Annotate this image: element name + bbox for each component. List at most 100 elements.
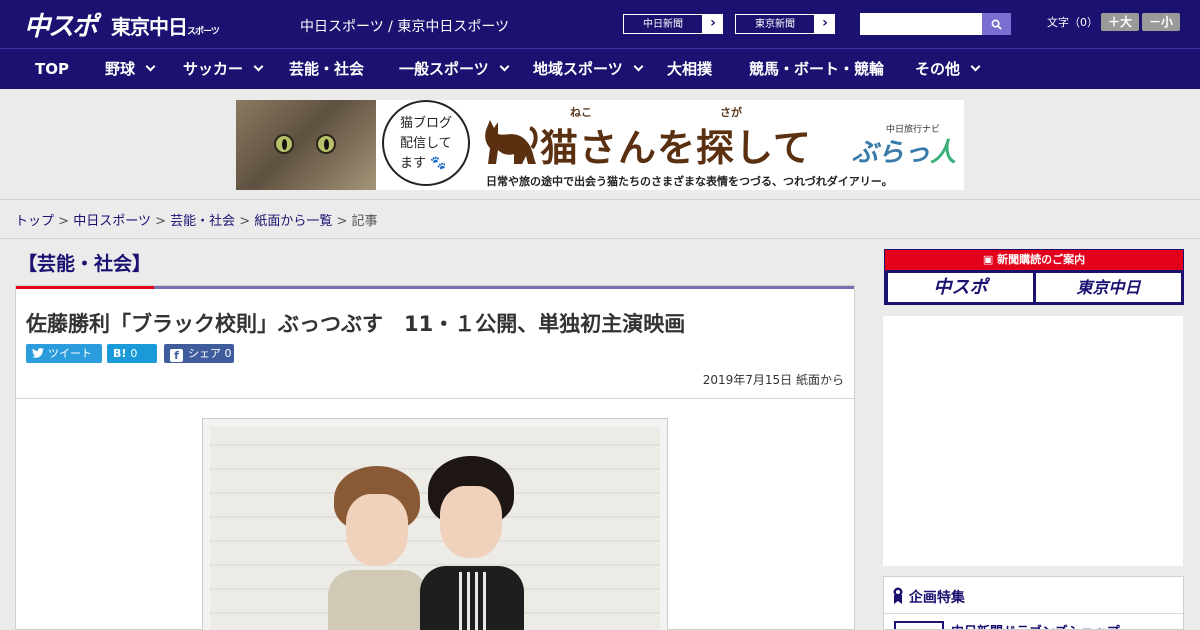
category-heading: 【芸能・社会】 (18, 253, 152, 275)
feature-title: 企画特集 (908, 590, 965, 606)
breadcrumb: トップ > 中日スポーツ > 芸能・社会 > 紙面から一覧 > 記事 (15, 210, 378, 229)
nav-item-baseball[interactable]: 野球 (105, 49, 156, 89)
breadcrumb-entertainment[interactable]: 芸能・社会 (170, 214, 235, 229)
paper-link-label: 中日新聞 (623, 14, 703, 34)
article-divider (16, 398, 854, 399)
tweet-label: ツイート (48, 347, 92, 360)
tokyo-logo-small: スポーツ (187, 27, 220, 37)
article-date: 2019年7月15日 紙面から (702, 373, 844, 387)
face (346, 494, 408, 566)
breadcrumb-separator: > (155, 214, 166, 229)
cat-eye (316, 134, 336, 154)
chuspo-logo[interactable]: 中スポ (24, 6, 98, 43)
subscription-box: ▣ 新聞購読のご案内 中スポ 東京中日 (884, 249, 1184, 305)
nav-label: 大相撲 (667, 60, 713, 78)
tokyo-logo-text: 東京中日 (111, 15, 188, 39)
search-input[interactable] (860, 13, 982, 35)
facebook-share-label: シェア (188, 347, 221, 360)
feature-item-link[interactable]: 中日新聞ドラゴンズショップ (951, 621, 1120, 629)
newspaper-icon: ▣ (982, 253, 994, 266)
main-nav: TOP 野球 サッカー 芸能・社会 一般スポーツ 地域スポーツ 大相撲 競馬・ボ… (0, 48, 1200, 89)
chevron-down-icon (633, 61, 644, 72)
article-photo-frame (202, 418, 668, 630)
banner-brand: ぶらっ人 (852, 132, 956, 169)
site-header: 中スポ 東京中日スポーツ 中日スポーツ / 東京中日スポーツ 中日新聞 › 東京… (0, 0, 1200, 48)
feature-box: 企画特集 中日新聞ドラゴンズショップ (883, 576, 1184, 630)
bubble-text: 猫ブログ配信してます 🐾 (400, 114, 460, 174)
feature-thumbnail[interactable] (894, 621, 944, 629)
paper-link-label: 東京新聞 (735, 14, 815, 34)
banner-title: 猫さんを探して (540, 126, 812, 170)
subscribe-chuspo-button[interactable]: 中スポ (888, 273, 1033, 302)
nav-item-top[interactable]: TOP (35, 49, 69, 89)
nav-label: TOP (35, 60, 69, 78)
facebook-icon: f (170, 349, 183, 362)
nav-item-other[interactable]: その他 (915, 49, 981, 89)
article-photo[interactable] (210, 426, 660, 630)
shirt (328, 570, 428, 630)
breadcrumb-divider (0, 238, 1200, 239)
sidebar-ad[interactable] (883, 316, 1183, 566)
chunichi-shimbun-link[interactable]: 中日新聞 › (622, 13, 724, 35)
breadcrumb-separator: > (58, 214, 70, 229)
nav-item-soccer[interactable]: サッカー (183, 49, 264, 89)
nav-item-sumo[interactable]: 大相撲 (667, 49, 712, 89)
breadcrumb-current: 記事 (351, 214, 378, 229)
chevron-down-icon (145, 61, 156, 72)
article: 佐藤勝利「ブラック校則」ぶっつぶす 11・１公開、単独初主演映画 ツイート B!… (15, 285, 855, 630)
subscription-title: 新聞購読のご案内 (997, 253, 1086, 266)
tokyo-chunichi-logo[interactable]: 東京中日スポーツ (111, 11, 220, 40)
chevron-right-icon: › (710, 15, 716, 31)
hatena-count: 0 (130, 347, 138, 360)
nav-item-local-sports[interactable]: 地域スポーツ (533, 49, 644, 89)
nav-label: サッカー (183, 60, 244, 78)
cat-photo (236, 100, 376, 190)
nav-item-racing[interactable]: 競馬・ボート・競輪 (749, 49, 884, 89)
cat-blog-banner[interactable]: 猫ブログ配信してます 🐾 ねこ さが 猫さんを探して 中日旅行ナビ ぶらっ人 日… (236, 100, 964, 190)
subscribe-tokyo-chunichi-button[interactable]: 東京中日 (1036, 273, 1181, 302)
chevron-down-icon (253, 61, 264, 72)
nav-label: 一般スポーツ (399, 60, 489, 78)
facebook-share-count: 0 (224, 347, 232, 360)
search-icon (991, 19, 1002, 30)
article-headline: 佐藤勝利「ブラック校則」ぶっつぶす 11・１公開、単独初主演映画 (26, 312, 686, 336)
hatena-bookmark-icon: B! (113, 347, 127, 360)
font-size-label: 文字（0） (1047, 16, 1098, 29)
feature-head: 企画特集 (892, 587, 965, 607)
twitter-icon (32, 348, 44, 358)
facebook-share-button[interactable]: f シェア 0 (164, 344, 234, 363)
shirt-stripes (454, 572, 488, 630)
chevron-right-icon: › (822, 15, 828, 31)
nav-label: その他 (915, 60, 961, 78)
banner-brand-a: ぶらっ (852, 138, 931, 168)
banner-area: 猫ブログ配信してます 🐾 ねこ さが 猫さんを探して 中日旅行ナビ ぶらっ人 日… (0, 89, 1200, 200)
nav-item-general-sports[interactable]: 一般スポーツ (399, 49, 510, 89)
ribbon-icon (893, 587, 903, 604)
nav-item-entertainment[interactable]: 芸能・社会 (289, 49, 364, 89)
chevron-down-icon (499, 61, 510, 72)
face (440, 486, 502, 558)
nav-label: 野球 (105, 60, 136, 78)
nav-label: 芸能・社会 (289, 60, 365, 78)
hatena-bookmark-button[interactable]: B! 0 (107, 344, 157, 363)
feature-divider (884, 613, 1183, 614)
tweet-button[interactable]: ツイート (26, 344, 102, 363)
breadcrumb-paper-list[interactable]: 紙面から一覧 (254, 214, 332, 229)
tokyo-shimbun-link[interactable]: 東京新聞 › (734, 13, 836, 35)
font-larger-button[interactable]: ＋大 (1101, 13, 1139, 31)
breadcrumb-top[interactable]: トップ (15, 214, 54, 229)
site-title[interactable]: 中日スポーツ / 東京中日スポーツ (300, 16, 509, 36)
subscription-head: ▣ 新聞購読のご案内 (885, 250, 1183, 270)
font-smaller-button[interactable]: －小 (1142, 13, 1180, 31)
cat-silhouette-icon (485, 120, 538, 164)
breadcrumb-separator: > (239, 214, 251, 229)
search-button[interactable] (982, 13, 1011, 35)
cat-eye (274, 134, 294, 154)
breadcrumb-chunichi-sports[interactable]: 中日スポーツ (73, 214, 151, 229)
paw-icon: 🐾 (430, 156, 447, 171)
article-top-rule-accent (16, 286, 154, 289)
chevron-down-icon (970, 61, 981, 72)
breadcrumb-separator: > (336, 214, 348, 229)
banner-subtitle: 日常や旅の途中で出会う猫たちのさまざまな表情をつづる、つれづれダイアリー。 (486, 175, 893, 188)
nav-label: 競馬・ボート・競輪 (749, 60, 885, 78)
